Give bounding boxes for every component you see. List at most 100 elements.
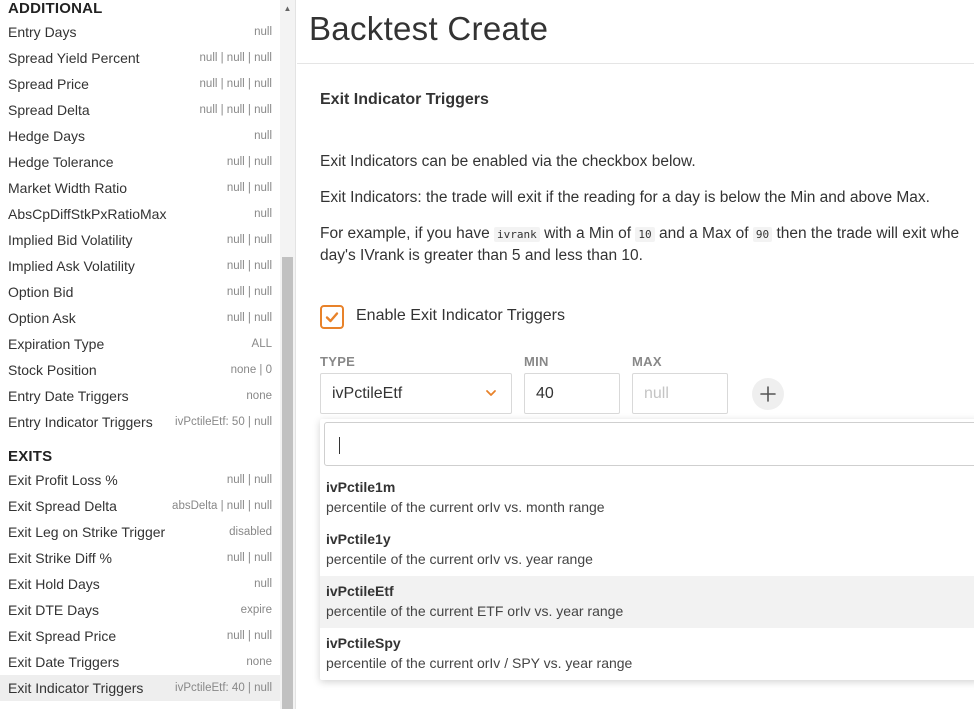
column-header-max: MAX xyxy=(632,354,662,369)
sidebar-item-value: null | null xyxy=(226,182,272,194)
sidebar-item-label: Exit Hold Days xyxy=(8,576,100,592)
sidebar-item-implied-bid-volatility[interactable]: Implied Bid Volatility null | null xyxy=(0,227,280,253)
sidebar-item-value: null | null | null xyxy=(199,78,272,90)
help-text-3-line2: day's IVrank is greater than 5 and less … xyxy=(320,247,643,264)
min-input[interactable] xyxy=(524,373,620,414)
code-min-value: 10 xyxy=(635,227,655,242)
sidebar-scrollbar[interactable]: ▲ xyxy=(280,0,295,709)
sidebar-item-market-width-ratio[interactable]: Market Width Ratio null | null xyxy=(0,175,280,201)
sidebar-item-value: ALL xyxy=(251,338,272,350)
dropdown-option-ivpctileetf[interactable]: ivPctileEtf percentile of the current ET… xyxy=(320,576,974,628)
sidebar-item-value: null | null xyxy=(226,260,272,272)
sidebar-item-hedge-days[interactable]: Hedge Days null xyxy=(0,123,280,149)
option-description: percentile of the current orIv / SPY vs.… xyxy=(326,655,633,671)
sidebar-item-value: null xyxy=(254,208,272,220)
sidebar-item-value: null xyxy=(254,578,272,590)
option-name: ivPctile1y xyxy=(326,531,391,547)
enable-exit-indicators-checkbox[interactable] xyxy=(320,305,344,329)
sidebar-item-label: Exit Indicator Triggers xyxy=(8,680,144,696)
sidebar-item-exit-date-triggers[interactable]: Exit Date Triggers none xyxy=(0,649,280,675)
sidebar-item-label: Implied Ask Volatility xyxy=(8,258,135,274)
sidebar-item-label: Exit DTE Days xyxy=(8,602,100,618)
sidebar-item-label: Option Bid xyxy=(8,284,74,300)
sidebar-item-value: expire xyxy=(240,604,272,616)
option-description: percentile of the current orIv vs. year … xyxy=(326,551,593,567)
sidebar-item-label: Entry Date Triggers xyxy=(8,388,129,404)
sidebar-item-exit-dte-days[interactable]: Exit DTE Days expire xyxy=(0,597,280,623)
scrollbar-thumb[interactable] xyxy=(282,257,293,709)
option-description: percentile of the current orIv vs. month… xyxy=(326,499,605,515)
max-input[interactable] xyxy=(632,373,728,414)
help-text-2: Exit Indicators: the trade will exit if … xyxy=(320,189,930,206)
help-text-3-part: For example, if you have xyxy=(320,225,495,242)
sidebar-item-exit-hold-days[interactable]: Exit Hold Days null xyxy=(0,571,280,597)
dropdown-option-ivpctile1m[interactable]: ivPctile1m percentile of the current orI… xyxy=(320,472,974,524)
sidebar-item-entry-date-triggers[interactable]: Entry Date Triggers none xyxy=(0,383,280,409)
sidebar-item-implied-ask-volatility[interactable]: Implied Ask Volatility null | null xyxy=(0,253,280,279)
sidebar-item-label: Implied Bid Volatility xyxy=(8,232,133,248)
dropdown-option-ivpctilespy[interactable]: ivPctileSpy percentile of the current or… xyxy=(320,628,974,680)
sidebar-item-value: ivPctileEtf: 50 | null xyxy=(175,416,272,428)
type-select[interactable]: ivPctileEtf xyxy=(320,373,512,414)
sidebar-item-option-ask[interactable]: Option Ask null | null xyxy=(0,305,280,331)
sidebar-item-label: Entry Days xyxy=(8,24,77,40)
sidebar-item-value: null | null xyxy=(226,286,272,298)
enable-exit-indicators-label[interactable]: Enable Exit Indicator Triggers xyxy=(356,307,565,325)
column-header-type: TYPE xyxy=(320,354,356,369)
sidebar-item-label: Hedge Tolerance xyxy=(8,154,114,170)
sidebar-item-label: Exit Date Triggers xyxy=(8,654,120,670)
sidebar-item-exit-leg-strike-trigger[interactable]: Exit Leg on Strike Trigger disabled xyxy=(0,519,280,545)
sidebar-item-value: ivPctileEtf: 40 | null xyxy=(175,682,272,694)
type-select-value: ivPctileEtf xyxy=(332,384,403,402)
sidebar-item-value: null | null xyxy=(226,630,272,642)
sidebar-item-exit-profit-loss[interactable]: Exit Profit Loss % null | null xyxy=(0,467,280,493)
option-description: percentile of the current ETF orIv vs. y… xyxy=(326,603,624,619)
dropdown-search-input[interactable] xyxy=(324,422,974,466)
help-text-3: For example, if you have ivrank with a M… xyxy=(320,223,974,266)
sidebar-item-label: Hedge Days xyxy=(8,128,86,144)
sidebar-item-value: none | 0 xyxy=(230,364,272,376)
sidebar-item-hedge-tolerance[interactable]: Hedge Tolerance null | null xyxy=(0,149,280,175)
sidebar-item-label: Exit Strike Diff % xyxy=(8,550,112,566)
sidebar-item-spread-delta[interactable]: Spread Delta null | null | null xyxy=(0,97,280,123)
sidebar-item-value: disabled xyxy=(229,526,272,538)
help-text-3-part: and a Max of xyxy=(654,225,753,242)
sidebar-item-label: Option Ask xyxy=(8,310,76,326)
add-trigger-button[interactable] xyxy=(752,378,784,410)
code-ivrank: ivrank xyxy=(494,227,540,242)
sidebar-item-option-bid[interactable]: Option Bid null | null xyxy=(0,279,280,305)
sidebar-item-label: Spread Delta xyxy=(8,102,90,118)
section-title-exits: EXITS xyxy=(8,448,53,465)
sidebar-item-stock-position[interactable]: Stock Position none | 0 xyxy=(0,357,280,383)
chevron-down-icon xyxy=(486,390,496,396)
sidebar: ADDITIONAL Entry Days null Spread Yield P… xyxy=(0,0,296,709)
sidebar-item-entry-days[interactable]: Entry Days null xyxy=(0,19,280,45)
section-title-additional: ADDITIONAL xyxy=(8,0,103,17)
sidebar-item-spread-yield-percent[interactable]: Spread Yield Percent null | null | null xyxy=(0,45,280,71)
option-name: ivPctile1m xyxy=(326,479,396,495)
sidebar-item-label: Exit Leg on Strike Trigger xyxy=(8,524,166,540)
title-divider xyxy=(297,63,974,64)
dropdown-option-ivpctile1y[interactable]: ivPctile1y percentile of the current orI… xyxy=(320,524,974,576)
text-cursor xyxy=(339,437,340,454)
sidebar-item-value: absDelta | null | null xyxy=(172,500,272,512)
sidebar-item-label: Market Width Ratio xyxy=(8,180,128,196)
sidebar-item-exit-spread-delta[interactable]: Exit Spread Delta absDelta | null | null xyxy=(0,493,280,519)
sidebar-item-entry-indicator-triggers[interactable]: Entry Indicator Triggers ivPctileEtf: 50 … xyxy=(0,409,280,435)
sidebar-item-exit-indicator-triggers[interactable]: Exit Indicator Triggers ivPctileEtf: 40 |… xyxy=(0,675,280,701)
sidebar-item-label: Spread Price xyxy=(8,76,89,92)
triangle-up-icon[interactable]: ▲ xyxy=(280,2,295,16)
sidebar-item-value: none xyxy=(246,656,272,668)
sidebar-item-abscpdiff[interactable]: AbsCpDiffStkPxRatioMax null xyxy=(0,201,280,227)
sidebar-item-exit-spread-price[interactable]: Exit Spread Price null | null xyxy=(0,623,280,649)
sidebar-item-value: null | null xyxy=(226,474,272,486)
sidebar-item-label: Stock Position xyxy=(8,362,97,378)
sidebar-item-label: AbsCpDiffStkPxRatioMax xyxy=(8,206,167,222)
sidebar-item-expiration-type[interactable]: Expiration Type ALL xyxy=(0,331,280,357)
sidebar-item-label: Expiration Type xyxy=(8,336,105,352)
sidebar-item-spread-price[interactable]: Spread Price null | null | null xyxy=(0,71,280,97)
check-icon xyxy=(325,312,339,323)
sidebar-item-exit-strike-diff[interactable]: Exit Strike Diff % null | null xyxy=(0,545,280,571)
sidebar-item-value: null | null xyxy=(226,312,272,324)
main-panel: Backtest Create Exit Indicator Triggers … xyxy=(297,0,974,709)
